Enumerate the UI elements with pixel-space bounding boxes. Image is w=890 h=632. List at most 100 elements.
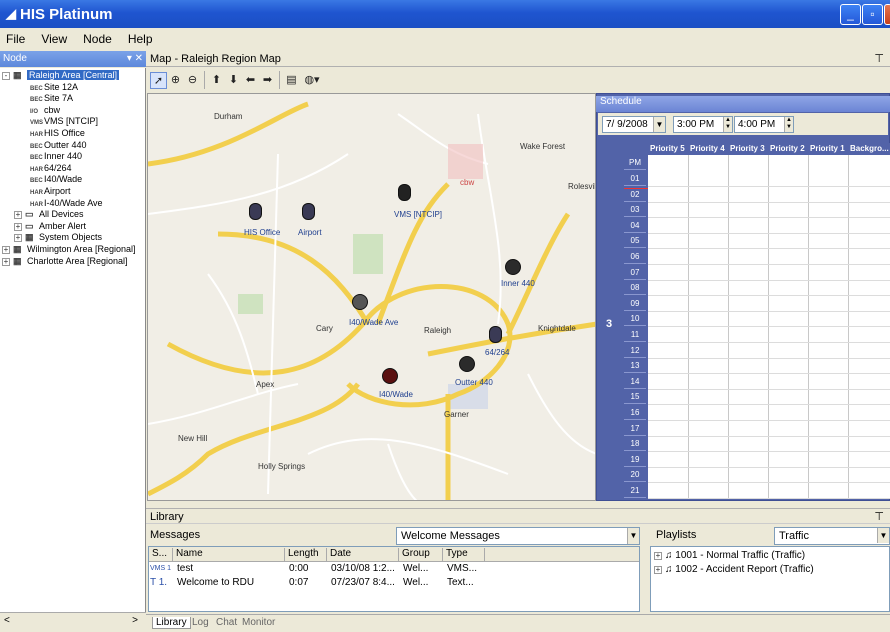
tab-library[interactable]: Library xyxy=(152,617,191,629)
playlist-item[interactable]: + ♫ 1001 - Normal Traffic (Traffic) xyxy=(654,550,805,561)
tree-item[interactable]: HARI-40/Wade Ave xyxy=(30,198,103,209)
tree-item-label: Site 7A xyxy=(44,93,74,104)
schedule-grid[interactable] xyxy=(648,143,890,499)
expand-icon[interactable]: + xyxy=(2,246,10,254)
pan-right-icon[interactable]: ➡ xyxy=(259,72,276,89)
tree-item[interactable]: + ▦ System Objects xyxy=(14,232,102,243)
expand-icon[interactable]: + xyxy=(14,211,22,220)
server-icon: ▦ xyxy=(13,70,22,80)
zoom-in-icon[interactable]: ⊕ xyxy=(167,72,184,89)
device-marker[interactable] xyxy=(459,356,475,372)
pan-left-icon[interactable]: ⬅ xyxy=(242,72,259,89)
schedule-controls: 7/ 9/2008 ▼ 3:00 PM ▲ ▼ 4:00 PM ▲ ▼ xyxy=(598,113,888,135)
tree-item[interactable]: VMSVMS [NTCIP] xyxy=(30,116,98,127)
device-label: cbw xyxy=(460,178,475,187)
tree-item-label: System Objects xyxy=(39,232,103,243)
column-header[interactable]: Type xyxy=(443,548,485,561)
dropdown-arrow-icon[interactable]: ▼ xyxy=(877,528,889,543)
region-map[interactable]: Durham Raleigh Cary Garner Knightdale Ap… xyxy=(147,93,596,501)
pin-icon[interactable]: ⊤ xyxy=(874,51,884,67)
expand-icon[interactable]: + xyxy=(654,552,662,560)
layers-dropdown-icon[interactable]: ◍▾ xyxy=(300,72,324,89)
tab-chat[interactable]: Chat xyxy=(216,617,237,628)
tree-item[interactable]: BECSite 12A xyxy=(30,82,78,93)
messages-filter-select[interactable]: Welcome Messages ▼ xyxy=(396,527,640,545)
toolbar-separator xyxy=(279,71,280,89)
objects-icon: ▦ xyxy=(25,232,34,243)
close-button[interactable] xyxy=(884,4,890,25)
tree-item[interactable]: + ▭ All Devices xyxy=(14,209,84,220)
column-header[interactable]: Name xyxy=(173,548,285,561)
scroll-left-icon[interactable]: < xyxy=(4,615,10,626)
playlists-filter-select[interactable]: Traffic ▼ xyxy=(774,527,890,545)
collapse-icon[interactable]: - xyxy=(2,72,10,80)
device-marker[interactable] xyxy=(382,368,398,384)
end-time-field[interactable]: 4:00 PM ▲ ▼ xyxy=(734,116,794,133)
device-marker[interactable] xyxy=(489,326,502,343)
tree-item[interactable]: HARHIS Office xyxy=(30,128,85,139)
tree-item[interactable]: BECI40/Wade xyxy=(30,174,82,185)
map-toolbar: ➚ ⊕ ⊖ ⬆ ⬇ ⬅ ➡ ▤ ◍▾ xyxy=(146,67,890,93)
minimize-button[interactable]: _ xyxy=(840,4,861,25)
expand-icon[interactable]: + xyxy=(14,234,22,243)
hour-label: 05 xyxy=(624,233,646,249)
menu-file[interactable]: File xyxy=(6,32,25,46)
tree-item[interactable]: + ▦ Wilmington Area [Regional] xyxy=(2,244,136,255)
tree-item[interactable]: HARAirport xyxy=(30,186,71,197)
table-row[interactable]: VMS 1 test 0:00 03/10/08 1:2... Wel... V… xyxy=(150,563,638,576)
tree-item[interactable]: BECOutter 440 xyxy=(30,140,87,151)
device-marker[interactable] xyxy=(398,184,411,201)
spinner-icon[interactable]: ▲ ▼ xyxy=(784,117,793,132)
tree-item-label: Outter 440 xyxy=(44,139,87,150)
maximize-button[interactable]: ▫ xyxy=(862,4,883,25)
hour-label: 07 xyxy=(624,265,646,280)
device-marker[interactable] xyxy=(302,203,315,220)
expand-icon[interactable]: + xyxy=(2,257,10,266)
pin-icon[interactable]: ▾ ✕ xyxy=(127,51,143,67)
zoom-out-icon[interactable]: ⊖ xyxy=(184,72,201,89)
properties-icon[interactable]: ▤ xyxy=(283,72,300,89)
tree-horizontal-scrollbar[interactable]: < > xyxy=(0,612,146,630)
pan-down-icon[interactable]: ⬇ xyxy=(225,72,242,89)
scroll-right-icon[interactable]: > xyxy=(132,615,138,626)
tree-item[interactable]: BECInner 440 xyxy=(30,151,82,162)
pointer-tool-icon[interactable]: ➚ xyxy=(150,71,167,89)
hour-label: 06 xyxy=(624,249,646,264)
dropdown-arrow-icon[interactable]: ▼ xyxy=(627,528,639,544)
playlist-item[interactable]: + ♫ 1002 - Accident Report (Traffic) xyxy=(654,564,814,575)
dropdown-arrow-icon[interactable]: ▼ xyxy=(653,117,665,132)
column-header[interactable]: S... xyxy=(149,548,173,561)
pan-up-icon[interactable]: ⬆ xyxy=(208,72,225,89)
start-time-field[interactable]: 3:00 PM ▲ ▼ xyxy=(673,116,733,133)
menu-bar: File View Node Help xyxy=(0,28,890,50)
tab-monitor[interactable]: Monitor xyxy=(242,617,275,628)
tab-log[interactable]: Log xyxy=(192,617,209,628)
menu-view[interactable]: View xyxy=(41,32,67,46)
table-row[interactable]: T 1. Welcome to RDU 0:07 07/23/07 8:4...… xyxy=(150,577,638,590)
spinner-icon[interactable]: ▲ ▼ xyxy=(723,117,732,132)
column-header[interactable]: Date xyxy=(327,548,399,561)
message-status: T 1. xyxy=(150,577,168,588)
tree-item[interactable]: - ▦ Raleigh Area [Central] xyxy=(2,70,120,81)
pin-icon[interactable]: ⊤ xyxy=(874,509,884,525)
town-label: Garner xyxy=(444,410,469,419)
date-picker[interactable]: 7/ 9/2008 ▼ xyxy=(602,116,666,133)
tree-item[interactable]: BECSite 7A xyxy=(30,93,73,104)
tree-item-label: I40/Wade xyxy=(44,174,83,185)
device-marker[interactable] xyxy=(505,259,521,275)
menu-node[interactable]: Node xyxy=(83,32,112,46)
device-marker[interactable] xyxy=(249,203,262,220)
hour-label: 04 xyxy=(624,218,646,233)
column-header[interactable]: Group xyxy=(399,548,443,561)
device-marker[interactable] xyxy=(352,294,368,310)
tree-item[interactable]: + ▭ Amber Alert xyxy=(14,221,86,232)
menu-help[interactable]: Help xyxy=(128,32,153,46)
tree-item-label: All Devices xyxy=(39,209,84,220)
hour-label: 19 xyxy=(624,452,646,467)
expand-icon[interactable]: + xyxy=(654,566,662,574)
tree-item[interactable]: HAR64/264 xyxy=(30,163,72,174)
tree-item[interactable]: + ▦ Charlotte Area [Regional] xyxy=(2,256,128,267)
column-header[interactable]: Length xyxy=(285,548,327,561)
expand-icon[interactable]: + xyxy=(14,222,22,231)
tree-item[interactable]: I/O cbw xyxy=(30,105,60,116)
